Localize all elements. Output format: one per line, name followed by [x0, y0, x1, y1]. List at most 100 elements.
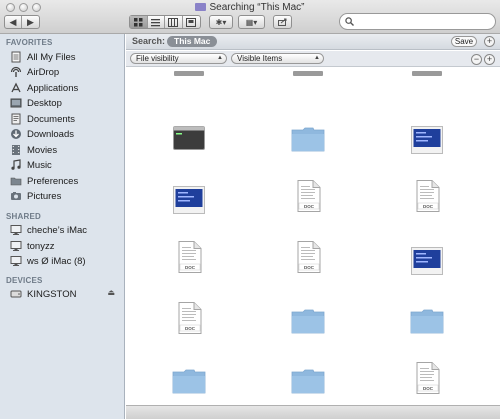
sidebar-item-label: cheche’s iMac: [27, 224, 88, 236]
screenshot-icon[interactable]: [411, 126, 443, 157]
doc-icon[interactable]: DOC: [414, 362, 440, 397]
doc-icon[interactable]: DOC: [414, 180, 440, 215]
title-bar: Searching “This Mac” ◀ ▶ ✱▾ ▦▾: [0, 0, 500, 34]
sidebar-item-label: Pictures: [27, 190, 62, 202]
sidebar-item-all-my-files[interactable]: All My Files: [10, 50, 76, 64]
sidebar-item-tonyzz[interactable]: tonyzz: [10, 239, 54, 253]
movies-icon: [12, 145, 20, 155]
sidebar-item-downloads[interactable]: Downloads: [10, 127, 74, 141]
value-popup-label: Visible Items: [237, 54, 283, 63]
sidebar-item-label: Preferences: [27, 175, 79, 187]
folder-icon[interactable]: [172, 368, 206, 397]
folder-icon[interactable]: [291, 368, 325, 397]
sidebar-item-preferences[interactable]: Preferences: [10, 174, 78, 188]
forward-button[interactable]: ▶: [22, 16, 39, 28]
sidebar-item-label: Music: [27, 159, 52, 171]
attribute-popup[interactable]: File visibility ▲: [130, 53, 227, 64]
svg-text:DOC: DOC: [423, 204, 434, 209]
search-icon: [345, 17, 354, 26]
sidebar-item-label: Applications: [27, 82, 79, 94]
sidebar-item-desktop[interactable]: Desktop: [10, 96, 62, 110]
screenshot-icon[interactable]: [173, 186, 205, 217]
downloads-icon: [11, 129, 21, 139]
coverflow-view-button[interactable]: [183, 16, 200, 28]
search-criteria-row: File visibility ▲ Visible Items ▲: [126, 51, 500, 67]
sidebar-item-documents[interactable]: Documents: [10, 112, 75, 126]
svg-text:DOC: DOC: [423, 386, 434, 391]
partial-icon[interactable]: [412, 68, 442, 80]
airdrop-icon: [10, 66, 22, 77]
sidebar-item-label: Documents: [27, 113, 76, 125]
back-button[interactable]: ◀: [5, 16, 23, 28]
icon-view-icon: [133, 17, 143, 26]
doc-icon[interactable]: DOC: [176, 302, 202, 337]
results-icon-grid: DOC DOC DOC DOC DOC DOC: [126, 68, 500, 405]
drive-icon: [10, 290, 22, 298]
sidebar-item-cheches-imac[interactable]: cheche’s iMac: [10, 223, 87, 237]
search-field: [339, 13, 496, 30]
sidebar-item-applications[interactable]: Applications: [10, 81, 78, 95]
sidebar-item-ws-imac[interactable]: ws Ø iMac (8): [10, 254, 86, 268]
sidebar-item-airdrop[interactable]: AirDrop: [10, 65, 59, 79]
arrange-menu-button[interactable]: ▦▾: [238, 15, 265, 29]
status-bar: [126, 405, 500, 419]
documents-icon: [11, 113, 21, 125]
remove-criteria-button[interactable]: −: [471, 54, 482, 65]
sidebar-item-movies[interactable]: Movies: [10, 143, 57, 157]
column-view-button[interactable]: [165, 16, 183, 28]
terminal-icon[interactable]: [173, 126, 205, 153]
sidebar-item-kingston[interactable]: KINGSTON ⏏: [10, 287, 120, 301]
coverflow-view-icon: [186, 17, 197, 27]
icon-view-button[interactable]: [130, 16, 148, 28]
pictures-icon: [11, 192, 21, 200]
devices-heading: DEVICES: [6, 276, 43, 285]
favorites-heading: FAVORITES: [6, 38, 53, 47]
sidebar: FAVORITES All My Files AirDrop Applicati…: [0, 34, 125, 419]
music-icon: [11, 159, 21, 170]
doc-icon[interactable]: DOC: [176, 241, 202, 276]
display-icon: [10, 241, 22, 251]
add-criteria-button[interactable]: +: [484, 54, 495, 65]
search-input[interactable]: [357, 16, 487, 27]
list-view-button[interactable]: [148, 16, 165, 28]
all-files-icon: [11, 51, 21, 63]
popup-arrows-icon: ▲: [217, 55, 223, 61]
desktop-icon: [10, 98, 22, 108]
doc-icon[interactable]: DOC: [295, 241, 321, 276]
display-icon: [10, 256, 22, 266]
share-icon: [277, 18, 286, 26]
list-view-icon: [151, 18, 161, 26]
action-menu-button[interactable]: ✱▾: [209, 15, 233, 29]
share-button[interactable]: [273, 15, 292, 29]
sidebar-item-label: Movies: [27, 144, 58, 156]
screenshot-icon[interactable]: [411, 247, 443, 278]
value-popup[interactable]: Visible Items ▲: [231, 53, 324, 64]
scope-label: Search:: [132, 36, 166, 46]
save-search-button[interactable]: Save: [451, 36, 477, 47]
back-forward-control: ◀ ▶: [4, 15, 40, 29]
folder-icon[interactable]: [410, 308, 444, 337]
sidebar-item-label: Desktop: [27, 97, 62, 109]
svg-text:DOC: DOC: [185, 326, 196, 331]
arrange-icon: ▦▾: [245, 17, 258, 27]
sidebar-item-music[interactable]: Music: [10, 158, 52, 172]
sidebar-item-label: KINGSTON: [27, 288, 77, 300]
partial-icon[interactable]: [174, 68, 204, 80]
svg-text:DOC: DOC: [304, 204, 315, 209]
scope-this-mac-button[interactable]: This Mac: [167, 36, 218, 47]
svg-text:DOC: DOC: [185, 265, 196, 270]
sidebar-item-label: Downloads: [27, 128, 74, 140]
sidebar-item-label: All My Files: [27, 51, 76, 63]
column-view-icon: [168, 17, 179, 27]
folder-icon[interactable]: [291, 126, 325, 155]
doc-icon[interactable]: DOC: [295, 180, 321, 215]
add-criteria-top-button[interactable]: +: [484, 36, 495, 47]
applications-icon: [11, 82, 21, 93]
eject-icon[interactable]: ⏏: [107, 288, 115, 297]
folder-icon: [10, 177, 22, 186]
folder-icon[interactable]: [291, 308, 325, 337]
attribute-popup-label: File visibility: [136, 54, 179, 63]
view-mode-control: [129, 15, 201, 29]
sidebar-item-pictures[interactable]: Pictures: [10, 189, 61, 203]
partial-icon[interactable]: [293, 68, 323, 80]
